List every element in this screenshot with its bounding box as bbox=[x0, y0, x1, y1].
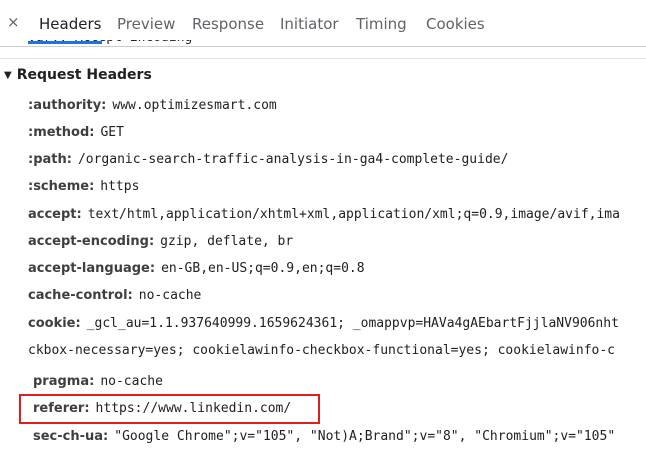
close-icon[interactable]: × bbox=[7, 13, 20, 31]
header-row: accept-language: en-GB,en-US;q=0.9,en;q=0… bbox=[28, 260, 365, 278]
header-row: :scheme: https bbox=[28, 178, 139, 196]
header-row: cache-control: no-cache bbox=[28, 287, 201, 305]
tab-response[interactable]: Response bbox=[192, 15, 264, 33]
header-value: GET bbox=[100, 125, 124, 140]
header-value: gzip, deflate, br bbox=[160, 234, 294, 249]
header-row: :method: GET bbox=[28, 124, 124, 142]
header-row: accept-encoding: gzip, deflate, br bbox=[28, 233, 293, 251]
section-title: Request Headers bbox=[16, 67, 152, 83]
tab-preview[interactable]: Preview bbox=[117, 15, 175, 33]
header-row: sec-ch-ua: "Google Chrome";v="105", "Not)… bbox=[33, 428, 615, 446]
tab-headers[interactable]: Headers bbox=[39, 15, 101, 33]
header-key: accept-language: bbox=[28, 261, 156, 276]
header-key: accept: bbox=[28, 207, 82, 222]
tab-initiator[interactable]: Initiator bbox=[280, 15, 339, 33]
header-key: cookie: bbox=[28, 316, 81, 331]
header-key: :path: bbox=[28, 152, 72, 167]
header-key: :method: bbox=[28, 125, 95, 140]
header-row-continuation: ckbox-necessary=yes; cookielawinfo-check… bbox=[28, 342, 615, 360]
header-value: text/html,application/xhtml+xml,applicat… bbox=[87, 207, 620, 222]
active-tab-indicator bbox=[28, 41, 102, 44]
tab-cookies[interactable]: Cookies bbox=[426, 15, 485, 33]
tab-timing[interactable]: Timing bbox=[356, 15, 407, 33]
annotation-highlight-box bbox=[19, 394, 320, 424]
header-key: sec-ch-ua: bbox=[33, 429, 109, 444]
header-value: _gcl_au=1.1.937640999.1659624361; _omapp… bbox=[86, 316, 619, 331]
triangle-down-icon: ▼ bbox=[4, 70, 12, 81]
header-row: accept: text/html,application/xhtml+xml,a… bbox=[28, 206, 620, 224]
header-value: /organic-search-traffic-analysis-in-ga4-… bbox=[77, 152, 509, 167]
devtools-tab-bar: vary: Accept-Encoding × Headers Preview … bbox=[0, 0, 646, 47]
header-value: no-cache bbox=[138, 288, 202, 303]
header-value: https bbox=[100, 179, 140, 194]
header-value: www.optimizesmart.com bbox=[112, 98, 277, 113]
header-row: :authority: www.optimizesmart.com bbox=[28, 97, 277, 115]
header-key: :authority: bbox=[28, 98, 107, 113]
header-row: :path: /organic-search-traffic-analysis-i… bbox=[28, 151, 508, 169]
header-key: pragma: bbox=[33, 374, 95, 389]
header-key: :scheme: bbox=[28, 179, 95, 194]
header-value: "Google Chrome";v="105", "Not)A;Brand";v… bbox=[114, 429, 616, 444]
divider bbox=[0, 58, 646, 59]
header-row: pragma: no-cache bbox=[33, 373, 163, 391]
header-value: ckbox-necessary=yes; cookielawinfo-check… bbox=[28, 343, 615, 358]
header-key: accept-encoding: bbox=[28, 234, 155, 249]
header-value: en-GB,en-US;q=0.9,en;q=0.8 bbox=[161, 261, 365, 276]
header-key: cache-control: bbox=[28, 288, 133, 303]
header-row: cookie: _gcl_au=1.1.937640999.1659624361;… bbox=[28, 315, 619, 333]
request-headers-toggle[interactable]: ▼ Request Headers bbox=[4, 66, 152, 85]
header-value: no-cache bbox=[100, 374, 163, 389]
